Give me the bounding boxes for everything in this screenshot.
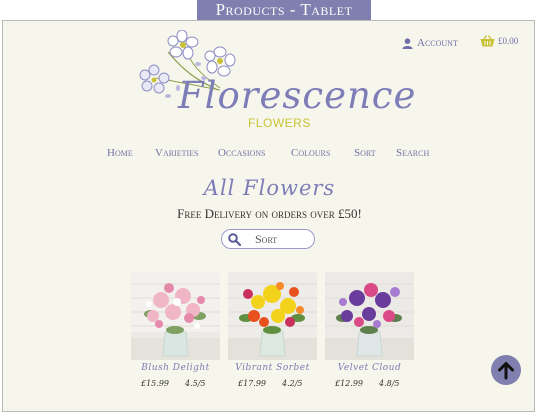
- back-to-top-button[interactable]: [491, 355, 521, 385]
- product-name[interactable]: Vibrant Sorbet: [228, 363, 317, 373]
- nav-sort[interactable]: Sort: [354, 147, 376, 159]
- sort-label: Sort: [255, 232, 278, 246]
- product-card[interactable]: Blush Delight £15.99 4.5/5: [131, 272, 220, 388]
- delivery-notice: Free Delivery on orders over £50!: [177, 206, 362, 221]
- basket-link[interactable]: £0.00: [480, 35, 518, 47]
- sort-dropdown[interactable]: Sort: [221, 229, 315, 249]
- search-icon: [228, 233, 241, 246]
- product-rating: 4.5/5: [185, 379, 206, 388]
- account-link[interactable]: Account: [402, 36, 458, 50]
- nav-varieties[interactable]: Varieties: [155, 147, 199, 159]
- product-image[interactable]: [228, 272, 317, 360]
- product-price: £17.99: [238, 379, 266, 388]
- nav-search[interactable]: Search: [396, 147, 429, 159]
- product-price: £12.99: [335, 379, 363, 388]
- product-card[interactable]: Velvet Cloud £12.99 4.8/5: [325, 272, 414, 388]
- product-rating: 4.2/5: [282, 379, 303, 388]
- page-title: All Flowers: [203, 176, 336, 200]
- main-nav: Home Varieties Occasions Colours Sort Se…: [0, 147, 539, 161]
- product-card[interactable]: Vibrant Sorbet £17.99 4.2/5: [228, 272, 317, 388]
- product-image[interactable]: [131, 272, 220, 360]
- product-image[interactable]: [325, 272, 414, 360]
- product-name[interactable]: Velvet Cloud: [325, 363, 414, 373]
- logo-wordmark[interactable]: Florescence: [178, 74, 416, 117]
- page-banner: Products - Tablet: [197, 0, 371, 20]
- account-label: Account: [417, 37, 458, 49]
- product-rating: 4.8/5: [379, 379, 400, 388]
- nav-home[interactable]: Home: [107, 147, 133, 159]
- product-price: £15.99: [141, 379, 169, 388]
- basket-total: £0.00: [498, 36, 519, 46]
- basket-icon: [480, 35, 495, 47]
- nav-occasions[interactable]: Occasions: [218, 147, 266, 159]
- user-icon: [402, 37, 413, 49]
- logo-subtitle: FLOWERS: [248, 116, 311, 130]
- product-name[interactable]: Blush Delight: [131, 363, 220, 373]
- nav-colours[interactable]: Colours: [291, 147, 330, 159]
- arrow-up-icon: [498, 362, 514, 380]
